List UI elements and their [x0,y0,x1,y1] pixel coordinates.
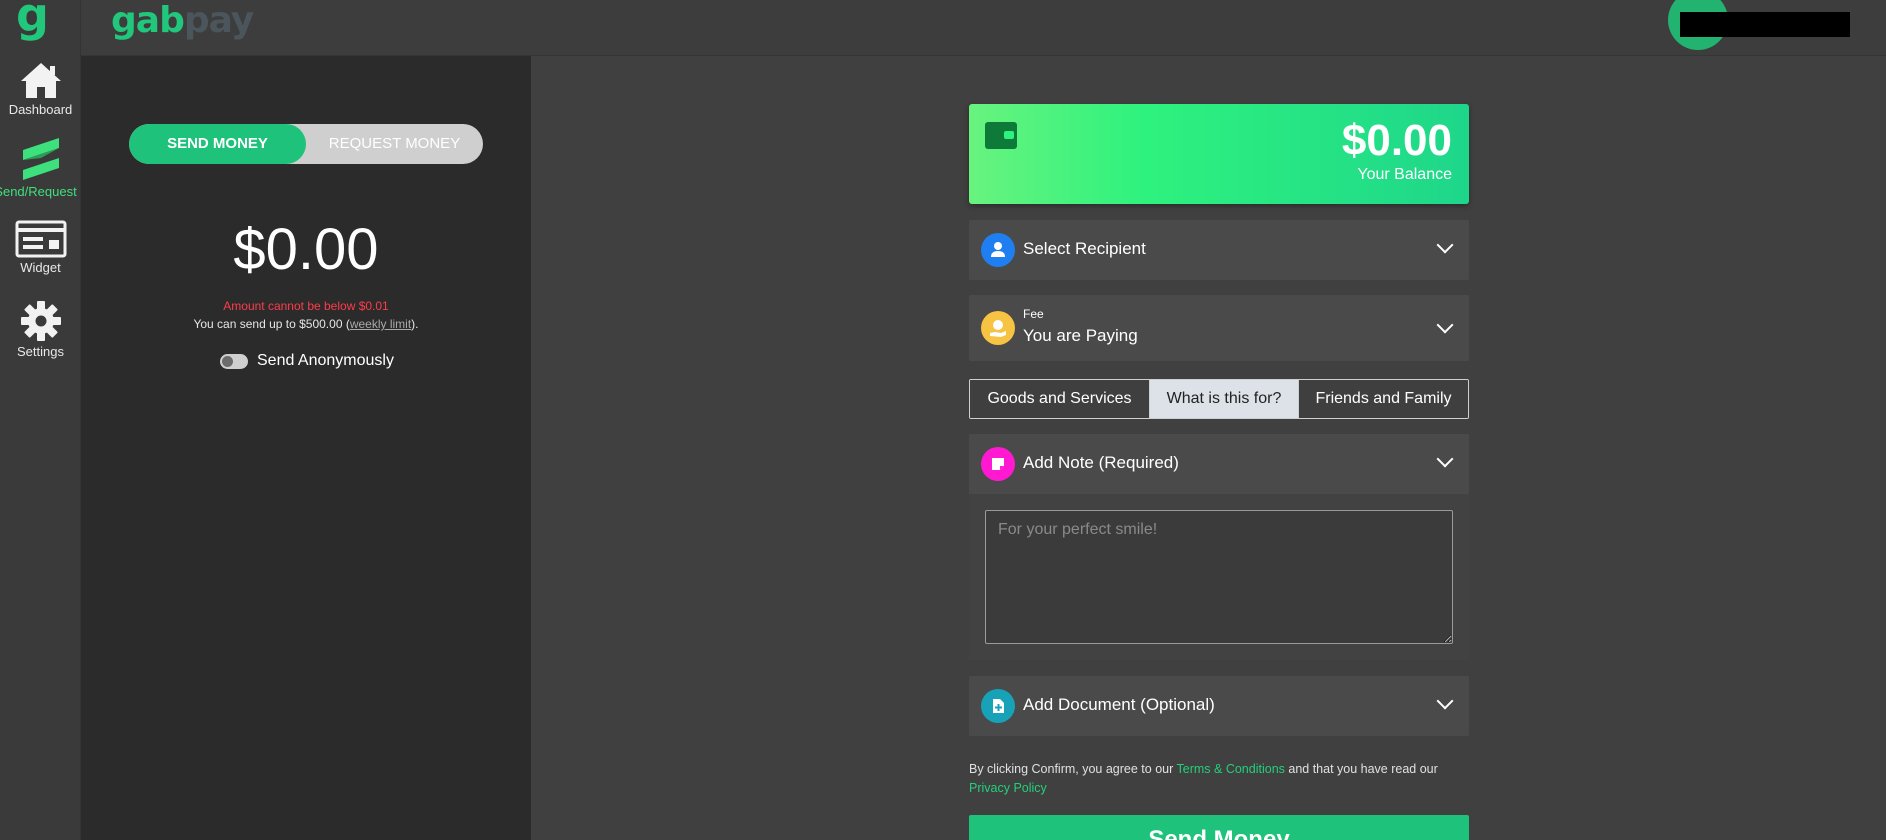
send-money-button[interactable]: Send Money [969,815,1469,840]
fee-value: You are Paying [1023,326,1138,345]
coin-hand-icon [981,311,1015,345]
brand-logo-part2: pay [183,0,254,41]
add-note-section: Add Note (Required) [969,434,1469,660]
note-icon [981,447,1015,481]
amount-error: Amount cannot be below $0.01 [223,299,389,313]
top-bar: gabpay [81,0,1886,56]
balance-label: Your Balance [1357,166,1452,183]
privacy-link[interactable]: Privacy Policy [969,781,1047,795]
send-limit-text: You can send up to $500.00 (weekly limit… [81,317,531,331]
home-icon [20,63,61,98]
chevron-down-icon [1436,450,1454,468]
purpose-placeholder[interactable]: What is this for? [1150,380,1299,418]
add-note-body [969,494,1469,660]
send-anonymously-toggle[interactable] [220,353,248,369]
nav-widget-label: Widget [20,260,61,275]
select-recipient-label: Select Recipient [1023,239,1146,258]
terms-link[interactable]: Terms & Conditions [1177,762,1285,776]
send-money-tab[interactable]: SEND MONEY [129,124,306,164]
redacted-username [1680,12,1850,37]
file-plus-icon [981,689,1015,723]
chevron-down-icon [1436,692,1454,710]
gear-icon [20,301,61,341]
add-note-label: Add Note (Required) [1023,453,1179,472]
select-recipient-dropdown[interactable]: Select Recipient [969,220,1469,280]
brand-logo[interactable]: gabpay [111,0,254,42]
nav-dashboard[interactable]: Dashboard [0,60,81,117]
send-anonymously-label: Send Anonymously [257,352,394,369]
note-textarea[interactable] [985,510,1453,644]
nav-send-request-label: Send/Request [0,184,77,199]
legal-text-1: By clicking Confirm, you agree to our [969,762,1177,776]
wallet-icon [985,122,1017,149]
fee-dropdown[interactable]: Fee You are Paying [969,295,1469,361]
limit-suffix: ). [411,317,419,331]
send-request-toggle: SEND MONEY REQUEST MONEY [129,124,483,164]
nav-settings-label: Settings [17,344,64,359]
purpose-goods-services[interactable]: Goods and Services [970,380,1150,418]
widget-icon [15,220,66,258]
app-logo[interactable]: g [16,0,49,38]
send-anonymously-row: Send Anonymously [220,352,394,370]
add-document-label: Add Document (Optional) [1023,695,1215,714]
limit-prefix: You can send up to $500.00 ( [193,317,350,331]
send-request-icon [22,138,59,180]
nav-settings[interactable]: Settings [0,300,81,359]
brand-logo-part1: gab [111,0,185,41]
side-navigation: g Dashboard Send/Request Widget Settings [0,0,81,840]
nav-dashboard-label: Dashboard [8,102,73,117]
balance-amount: $0.00 [1341,116,1452,165]
nav-send-request[interactable]: Send/Request [0,136,81,199]
balance-card: $0.00 Your Balance [969,104,1469,204]
fee-caption: Fee [1023,307,1044,321]
amount-display[interactable]: $0.00 [81,216,531,283]
add-note-header[interactable]: Add Note (Required) [969,434,1469,494]
purpose-friends-family[interactable]: Friends and Family [1299,380,1468,418]
user-icon [981,233,1015,267]
payment-purpose-selector: Goods and Services What is this for? Fri… [969,379,1469,419]
legal-notice: By clicking Confirm, you agree to our Te… [969,760,1469,798]
request-money-tab[interactable]: REQUEST MONEY [306,124,483,164]
add-document-dropdown[interactable]: Add Document (Optional) [969,676,1469,736]
legal-text-2: and that you have read our [1284,762,1438,776]
amount-panel: SEND MONEY REQUEST MONEY $0.00 Amount ca… [81,56,531,840]
chevron-down-icon [1436,236,1454,254]
nav-widget[interactable]: Widget [0,220,81,275]
chevron-down-icon [1436,316,1454,334]
weekly-limit-link[interactable]: weekly limit [350,317,411,331]
